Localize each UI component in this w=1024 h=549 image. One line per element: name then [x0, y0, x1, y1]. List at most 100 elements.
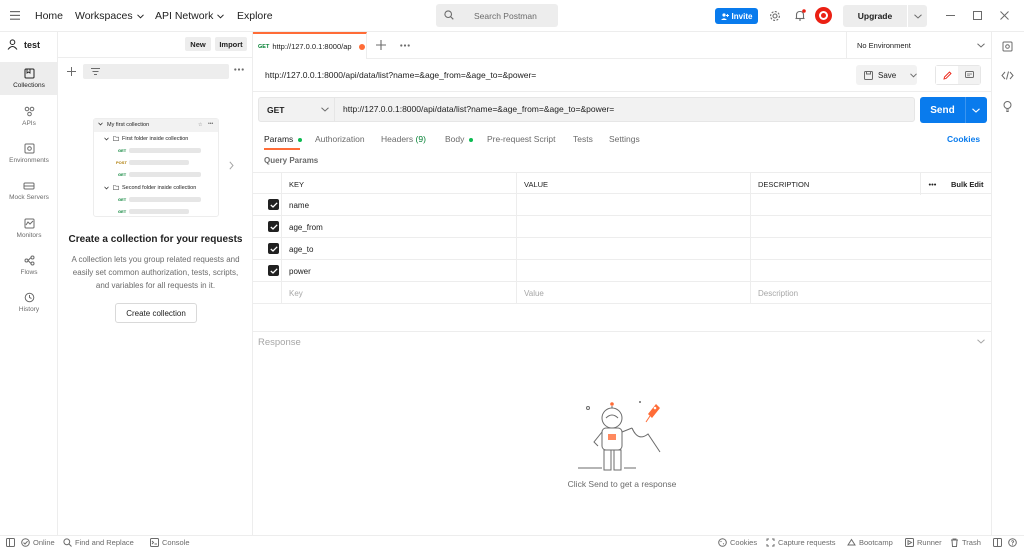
nav-api-network[interactable]: API Network [155, 10, 225, 22]
menu-icon[interactable] [10, 11, 20, 20]
param-key[interactable]: age_to [281, 238, 516, 260]
sidebar-item-flows[interactable]: Flows [0, 249, 58, 282]
tab-label: Params [264, 134, 294, 144]
param-value[interactable] [516, 216, 750, 238]
history-icon [24, 292, 35, 303]
chevron-down-icon [910, 72, 918, 78]
nav-home[interactable]: Home [35, 10, 63, 22]
environment-quicklook-icon[interactable] [1002, 41, 1013, 52]
chevron-down-icon[interactable] [914, 13, 922, 19]
sidebar-item-mock-servers[interactable]: Mock Servers [0, 174, 58, 207]
tab-options-icon[interactable] [400, 44, 410, 47]
save-button[interactable]: Save [856, 65, 918, 85]
param-key-placeholder[interactable]: Key [281, 282, 516, 304]
url-input[interactable]: http://127.0.0.1:8000/api/data/list?name… [343, 104, 614, 114]
chevron-down-icon[interactable] [972, 107, 980, 113]
param-value-placeholder[interactable]: Value [516, 282, 750, 304]
bootcamp-button[interactable]: Bootcamp [847, 538, 893, 547]
nav-api-network-label: API Network [155, 10, 214, 22]
cookies-button[interactable]: Cookies [718, 538, 757, 547]
search-input[interactable]: Search Postman [436, 4, 558, 27]
url-bar: GET http://127.0.0.1:8000/api/data/list?… [258, 97, 915, 122]
param-description[interactable] [750, 216, 991, 238]
column-more-icon[interactable]: ••• [920, 173, 944, 195]
layout-toggle-icon[interactable] [993, 538, 1002, 547]
tab-authorization[interactable]: Authorization [315, 134, 365, 144]
param-value[interactable] [516, 260, 750, 282]
param-key[interactable]: power [281, 260, 516, 282]
minimize-icon[interactable] [946, 15, 955, 17]
sidebar-item-history[interactable]: History [0, 286, 58, 319]
sidebar-item-collections[interactable]: Collections [0, 62, 58, 95]
row-checkbox[interactable] [268, 265, 279, 276]
sidebar-toggle-icon[interactable] [6, 538, 15, 547]
import-button[interactable]: Import [215, 37, 247, 51]
chevron-right-icon[interactable] [229, 161, 234, 170]
tab-pre-request-script[interactable]: Pre-request Script [487, 134, 556, 144]
find-replace-label: Find and Replace [75, 538, 134, 547]
capture-requests-button[interactable]: Capture requests [766, 538, 836, 547]
tab-body[interactable]: Body [445, 134, 473, 144]
maximize-icon[interactable] [973, 11, 982, 20]
add-icon[interactable] [67, 67, 76, 76]
find-replace-button[interactable]: Find and Replace [63, 538, 134, 547]
tab-headers[interactable]: Headers (9) [381, 134, 426, 144]
sidebar-item-monitors[interactable]: Monitors [0, 212, 58, 245]
skeleton-line [129, 160, 189, 165]
param-description[interactable] [750, 194, 991, 216]
chevron-down-icon[interactable] [977, 339, 985, 344]
sidebar-item-environments[interactable]: Environments [0, 137, 58, 170]
cookies-link[interactable]: Cookies [947, 134, 980, 144]
request-title[interactable]: http://127.0.0.1:8000/api/data/list?name… [265, 70, 536, 80]
nav-explore[interactable]: Explore [237, 10, 273, 22]
sidebar-item-apis[interactable]: APIs [0, 100, 58, 133]
filter-input[interactable] [83, 64, 229, 79]
tab-params[interactable]: Params [264, 134, 302, 144]
param-value[interactable] [516, 194, 750, 216]
comment-icon[interactable] [958, 66, 980, 84]
workspace-name[interactable]: test [24, 40, 40, 50]
new-tab-icon[interactable] [376, 40, 386, 50]
row-checkbox[interactable] [268, 221, 279, 232]
runner-button[interactable]: Runner [905, 538, 942, 547]
send-button[interactable]: Send [920, 97, 987, 123]
nav-workspaces[interactable]: Workspaces [75, 10, 144, 22]
param-description[interactable] [750, 260, 991, 282]
param-description-placeholder[interactable]: Description [750, 282, 991, 304]
environment-select[interactable]: No Environment [846, 32, 991, 59]
trash-button[interactable]: Trash [950, 538, 981, 547]
save-icon [864, 70, 873, 80]
code-icon[interactable] [1001, 71, 1014, 80]
method-select[interactable]: GET [259, 98, 335, 121]
settings-gear-icon[interactable] [769, 10, 781, 22]
notification-bell-icon[interactable] [794, 9, 806, 22]
create-collection-button[interactable]: Create collection [115, 303, 197, 323]
request-tab[interactable]: GET http://127.0.0.1:8000/ap [253, 32, 367, 59]
help-icon[interactable] [1008, 538, 1017, 547]
invite-button[interactable]: Invite [715, 8, 758, 24]
param-value[interactable] [516, 238, 750, 260]
close-icon[interactable] [1000, 11, 1009, 20]
collections-icon [24, 68, 35, 79]
edit-pencil-icon[interactable] [936, 66, 958, 84]
column-header-key: KEY [281, 173, 516, 195]
console-button[interactable]: Console [150, 538, 190, 547]
row-checkbox[interactable] [268, 243, 279, 254]
lightbulb-icon[interactable] [1002, 100, 1013, 112]
folder-icon [113, 136, 119, 141]
bulk-edit-button[interactable]: Bulk Edit [944, 173, 991, 195]
new-button[interactable]: New [185, 37, 211, 51]
table-row-placeholder: Key Value Description [253, 282, 991, 304]
upgrade-button[interactable]: Upgrade [843, 5, 927, 27]
param-key[interactable]: age_from [281, 216, 516, 238]
row-checkbox[interactable] [268, 199, 279, 210]
tab-tests[interactable]: Tests [573, 134, 593, 144]
tab-settings[interactable]: Settings [609, 134, 640, 144]
online-status[interactable]: Online [21, 538, 55, 547]
console-label: Console [162, 538, 190, 547]
avatar[interactable] [815, 7, 832, 24]
param-description[interactable] [750, 238, 991, 260]
param-key[interactable]: name [281, 194, 516, 216]
tab-label: http://127.0.0.1:8000/ap [272, 42, 352, 51]
more-options-icon[interactable] [234, 68, 244, 71]
